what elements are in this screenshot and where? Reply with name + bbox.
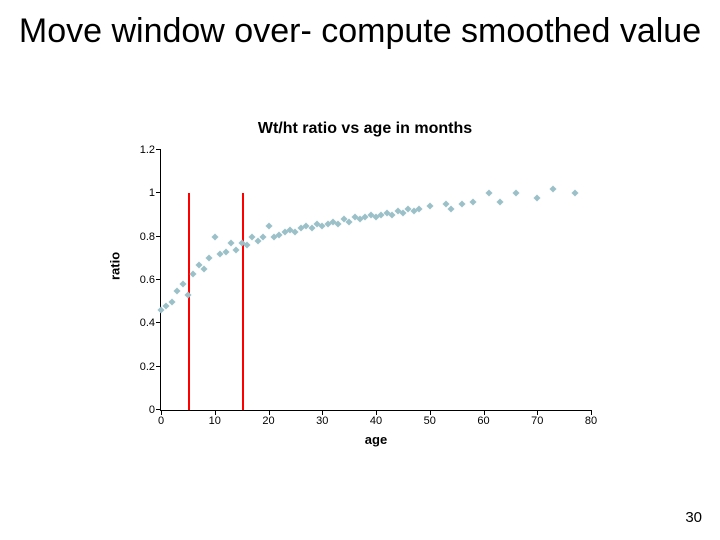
y-tick-mark xyxy=(156,149,161,150)
data-point xyxy=(233,246,240,253)
data-point xyxy=(485,190,492,197)
x-tick-label: 80 xyxy=(585,415,597,427)
data-point xyxy=(335,220,342,227)
x-tick-label: 60 xyxy=(477,415,489,427)
y-tick-mark xyxy=(156,236,161,237)
data-point xyxy=(200,266,207,273)
data-point xyxy=(168,298,175,305)
data-point xyxy=(243,242,250,249)
data-point xyxy=(206,255,213,262)
x-tick-label: 0 xyxy=(158,415,164,427)
y-tick-label: 1 xyxy=(149,187,155,199)
y-tick-mark xyxy=(156,279,161,280)
chart-title: Wt/ht ratio vs age in months xyxy=(110,120,620,138)
data-point xyxy=(174,287,181,294)
data-point xyxy=(260,233,267,240)
data-point xyxy=(469,198,476,205)
slide-title: Move window over- compute smoothed value xyxy=(0,0,720,51)
y-tick-mark xyxy=(156,322,161,323)
window-boundary-line xyxy=(242,193,245,410)
y-axis-label: ratio xyxy=(108,252,123,280)
data-point xyxy=(292,229,299,236)
data-point xyxy=(512,190,519,197)
data-point xyxy=(448,205,455,212)
y-tick-label: 0.6 xyxy=(140,274,155,286)
data-point xyxy=(571,190,578,197)
data-point xyxy=(211,233,218,240)
data-point xyxy=(190,270,197,277)
data-point xyxy=(389,211,396,218)
x-tick-label: 50 xyxy=(424,415,436,427)
x-tick-label: 30 xyxy=(316,415,328,427)
data-point xyxy=(179,281,186,288)
data-point xyxy=(534,194,541,201)
y-tick-mark xyxy=(156,366,161,367)
data-point xyxy=(308,224,315,231)
x-tick-label: 70 xyxy=(531,415,543,427)
chart: Wt/ht ratio vs age in months age ratio 0… xyxy=(110,120,620,450)
data-point xyxy=(550,185,557,192)
data-point xyxy=(227,240,234,247)
y-tick-label: 0 xyxy=(149,404,155,416)
y-tick-label: 0.4 xyxy=(140,317,155,329)
plot-area: age ratio 0102030405060708000.20.40.60.8… xyxy=(160,150,591,411)
page-number: 30 xyxy=(685,509,702,526)
data-point xyxy=(458,201,465,208)
data-point xyxy=(415,205,422,212)
y-tick-label: 1.2 xyxy=(140,144,155,156)
data-point xyxy=(496,198,503,205)
x-axis-label: age xyxy=(161,432,591,447)
y-tick-label: 0.8 xyxy=(140,231,155,243)
data-point xyxy=(346,218,353,225)
data-point xyxy=(426,203,433,210)
y-tick-mark xyxy=(156,192,161,193)
x-tick-label: 10 xyxy=(209,415,221,427)
data-point xyxy=(265,222,272,229)
x-tick-label: 40 xyxy=(370,415,382,427)
x-tick-label: 20 xyxy=(262,415,274,427)
y-tick-mark xyxy=(156,409,161,410)
y-tick-label: 0.2 xyxy=(140,361,155,373)
window-boundary-line xyxy=(188,193,191,410)
